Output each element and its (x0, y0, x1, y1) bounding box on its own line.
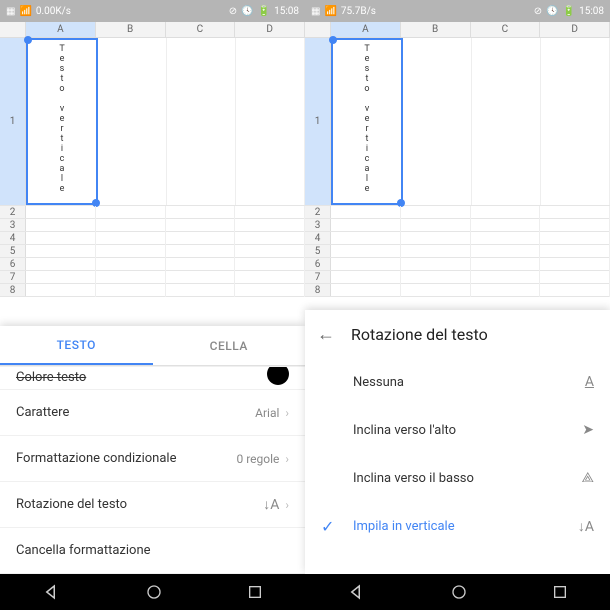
row-header-1[interactable]: 1 (0, 38, 26, 205)
left-pane: ▦📶0.00K/s ⊘🕓🔋15:08 A B C D 1 Testo verti… (0, 0, 305, 610)
option-tilt-down[interactable]: Inclina verso il basso ⟁ (305, 454, 610, 502)
spreadsheet[interactable]: A B C D 1 Testo verticale 2 3 4 (0, 22, 305, 322)
back-arrow-icon[interactable]: ← (317, 324, 335, 345)
spreadsheet[interactable]: A B C D 1 Testo verticale 2 3 4 (305, 22, 610, 322)
option-stack-vertical[interactable]: ✓ Impila in verticale ↓A (305, 502, 610, 550)
cell-a1[interactable]: Testo verticale (331, 38, 403, 205)
cell-a1[interactable]: Testo verticale (26, 38, 98, 205)
color-swatch (267, 366, 289, 385)
stack-vertical-icon: ↓A (263, 496, 279, 513)
chevron-right-icon: › (285, 452, 289, 466)
check-icon: ✓ (321, 517, 334, 536)
col-header-a[interactable]: A (331, 22, 401, 37)
status-bar: ▦📶75.7B/s ⊘🕓🔋15:08 (305, 0, 610, 22)
col-header-a[interactable]: A (26, 22, 96, 37)
tilt-down-icon: ⟁ (582, 470, 595, 486)
cell-text: Testo verticale (364, 44, 369, 194)
chevron-right-icon: › (285, 406, 289, 420)
col-header-d[interactable]: D (540, 22, 610, 37)
tilt-up-icon: ➤ (582, 422, 594, 438)
status-bar: ▦📶0.00K/s ⊘🕓🔋15:08 (0, 0, 305, 22)
menu-text-rotation[interactable]: Rotazione del testo ↓A› (0, 482, 305, 528)
col-header-d[interactable]: D (235, 22, 305, 37)
row-header-1[interactable]: 1 (305, 38, 331, 205)
option-tilt-up[interactable]: Inclina verso l'alto ➤ (305, 406, 610, 454)
rotation-none-icon: A (585, 374, 594, 390)
option-none[interactable]: Nessuna A (305, 358, 610, 406)
stack-vertical-icon: ↓A (578, 518, 594, 535)
col-header-b[interactable]: B (96, 22, 166, 37)
right-pane: ▦📶75.7B/s ⊘🕓🔋15:08 A B C D 1 Testo verti… (305, 0, 610, 610)
format-panel: TESTO CELLA Colore testo Carattere Arial… (0, 326, 305, 574)
col-header-c[interactable]: C (471, 22, 541, 37)
back-button[interactable] (43, 583, 61, 601)
chevron-right-icon: › (285, 498, 289, 512)
menu-conditional-format[interactable]: Formattazione condizionale 0 regole› (0, 436, 305, 482)
cell-text: Testo verticale (59, 44, 64, 194)
col-header-b[interactable]: B (401, 22, 471, 37)
col-header-c[interactable]: C (166, 22, 236, 37)
menu-font[interactable]: Carattere Arial› (0, 390, 305, 436)
recent-button[interactable] (552, 584, 568, 600)
tab-testo[interactable]: TESTO (0, 326, 153, 365)
home-button[interactable] (451, 584, 467, 600)
android-navbar (305, 574, 610, 610)
home-button[interactable] (146, 584, 162, 600)
panel-title: Rotazione del testo (351, 325, 488, 344)
menu-text-color[interactable]: Colore testo (0, 366, 305, 390)
rotation-panel: ← Rotazione del testo Nessuna A Inclina … (305, 310, 610, 574)
selection-handle[interactable] (329, 36, 337, 44)
back-button[interactable] (348, 583, 366, 601)
tab-cella[interactable]: CELLA (153, 326, 306, 365)
android-navbar (0, 574, 305, 610)
selection-handle[interactable] (24, 36, 32, 44)
menu-clear-format[interactable]: Cancella formattazione (0, 528, 305, 574)
recent-button[interactable] (247, 584, 263, 600)
